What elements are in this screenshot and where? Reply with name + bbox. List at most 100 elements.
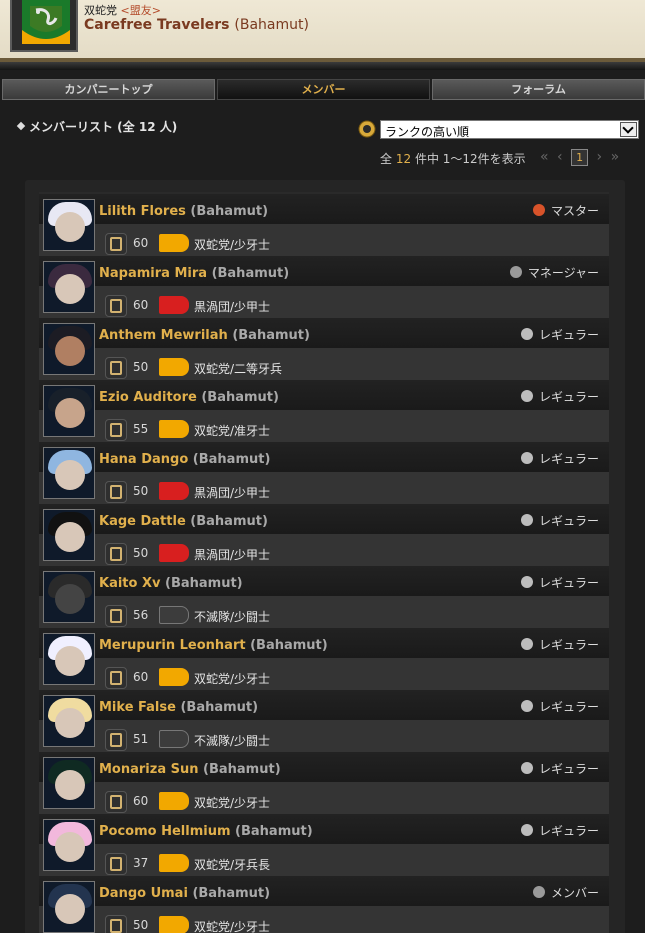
avatar[interactable] (43, 509, 95, 561)
pager-suffix: 件中 1〜12件を表示 (414, 152, 526, 166)
sort-order-select[interactable]: ランクの高い順 (380, 120, 639, 139)
diamond-icon (16, 121, 26, 131)
avatar[interactable] (43, 695, 95, 747)
member-world: (Bahamut) (165, 576, 243, 591)
grand-company-badge-icon (159, 606, 189, 624)
avatar[interactable] (43, 199, 95, 251)
member-world: (Bahamut) (201, 390, 279, 405)
member-level: 55 (133, 422, 149, 436)
member-name-line: Kaito Xv (Bahamut) (99, 576, 243, 591)
member-row[interactable]: Napamira Mira (Bahamut) マネージャー 60 黒渦団/少甲… (39, 256, 609, 318)
avatar[interactable] (43, 323, 95, 375)
member-rank-text: メンバー (550, 886, 599, 900)
member-level: 50 (133, 484, 149, 498)
member-rank-text: レギュラー (538, 452, 599, 466)
grand-company-badge-icon (159, 482, 189, 500)
member-name-line: Mike False (Bahamut) (99, 700, 258, 715)
member-level: 50 (133, 546, 149, 560)
member-rank: メンバー (532, 884, 599, 901)
member-row[interactable]: Monariza Sun (Bahamut) レギュラー 60 双蛇党/少牙士 (39, 752, 609, 814)
tab-members[interactable]: メンバー (217, 79, 430, 100)
member-name[interactable]: Mike False (99, 700, 176, 715)
avatar[interactable] (43, 385, 95, 437)
member-name[interactable]: Napamira Mira (99, 266, 207, 281)
member-name-line: Hana Dango (Bahamut) (99, 452, 270, 467)
regular-icon (520, 824, 533, 836)
member-level: 56 (133, 608, 149, 622)
grand-company-badge-icon (159, 544, 189, 562)
manager-icon (509, 266, 522, 278)
member-level: 50 (133, 918, 149, 932)
member-rank-text: マスター (550, 204, 599, 218)
avatar[interactable] (43, 447, 95, 499)
avatar[interactable] (43, 881, 95, 933)
pickaxe-icon (105, 295, 127, 317)
member-name[interactable]: Ezio Auditore (99, 390, 197, 405)
grand-company-badge-icon (159, 296, 189, 314)
armor-icon (105, 481, 127, 503)
regular-icon (520, 328, 533, 340)
member-row[interactable]: Anthem Mewrilah (Bahamut) レギュラー 50 双蛇党/二… (39, 318, 609, 380)
avatar[interactable] (43, 757, 95, 809)
pager-current-page[interactable]: 1 (571, 149, 589, 166)
avatar[interactable] (43, 819, 95, 871)
member-rank: レギュラー (520, 822, 599, 839)
member-row[interactable]: Ezio Auditore (Bahamut) レギュラー 55 双蛇党/准牙士 (39, 380, 609, 442)
pager-prev-icon[interactable]: ‹ (557, 149, 563, 165)
member-grand-company: 双蛇党/少牙士 (194, 920, 271, 933)
sort-gear-icon (358, 120, 376, 138)
regular-icon (520, 452, 533, 464)
member-name[interactable]: Anthem Mewrilah (99, 328, 228, 343)
pager-first-icon[interactable]: « (540, 149, 549, 165)
member-rank: マスター (532, 202, 599, 219)
armor-icon (105, 853, 127, 875)
member-rank: レギュラー (520, 512, 599, 529)
member-name[interactable]: Kaito Xv (99, 576, 160, 591)
armor-icon (105, 915, 127, 933)
member-grand-company: 双蛇党/少牙士 (194, 238, 271, 252)
master-icon (532, 204, 545, 216)
member-level: 60 (133, 794, 149, 808)
regular-icon (520, 390, 533, 402)
tab-forum[interactable]: フォーラム (432, 79, 645, 100)
chevron-down-icon[interactable] (620, 122, 637, 137)
member-world: (Bahamut) (232, 328, 310, 343)
member-rank-text: レギュラー (538, 390, 599, 404)
member-rank-text: マネージャー (527, 266, 599, 280)
member-row[interactable]: Merupurin Leonhart (Bahamut) レギュラー 60 双蛇… (39, 628, 609, 690)
pager-last-icon[interactable]: » (611, 149, 620, 165)
member-grand-company: 黒渦団/少甲士 (194, 548, 271, 562)
grand-company-badge-icon (159, 668, 189, 686)
member-name[interactable]: Hana Dango (99, 452, 188, 467)
free-company-name: Carefree Travelers (84, 17, 230, 33)
member-grand-company: 双蛇党/少牙士 (194, 796, 271, 810)
member-row[interactable]: Dango Umai (Bahamut) メンバー 50 双蛇党/少牙士 (39, 876, 609, 933)
member-level: 60 (133, 298, 149, 312)
member-name[interactable]: Lilith Flores (99, 204, 186, 219)
member-name[interactable]: Dango Umai (99, 886, 188, 901)
member-row[interactable]: Lilith Flores (Bahamut) マスター 60 双蛇党/少牙士 (39, 194, 609, 256)
avatar[interactable] (43, 633, 95, 685)
member-row[interactable]: Kaito Xv (Bahamut) レギュラー 56 不滅隊/少闘士 (39, 566, 609, 628)
member-row[interactable]: Pocomo Hellmium (Bahamut) レギュラー 37 双蛇党/牙… (39, 814, 609, 876)
member-world: (Bahamut) (211, 266, 290, 281)
sort-order-value: ランクの高い順 (385, 125, 470, 139)
member-world: (Bahamut) (192, 886, 271, 901)
tab-company-top[interactable]: カンパニートップ (2, 79, 215, 100)
member-rank: レギュラー (520, 636, 599, 653)
member-name[interactable]: Merupurin Leonhart (99, 638, 246, 653)
member-row[interactable]: Kage Dattle (Bahamut) レギュラー 50 黒渦団/少甲士 (39, 504, 609, 566)
avatar[interactable] (43, 571, 95, 623)
member-name[interactable]: Pocomo Hellmium (99, 824, 231, 839)
fc-crest-icon (10, 0, 78, 52)
header-divider (0, 62, 645, 70)
member-row[interactable]: Hana Dango (Bahamut) レギュラー 50 黒渦団/少甲士 (39, 442, 609, 504)
grand-company-badge-icon (159, 792, 189, 810)
member-name-line: Pocomo Hellmium (Bahamut) (99, 824, 313, 839)
member-name[interactable]: Monariza Sun (99, 762, 199, 777)
avatar[interactable] (43, 261, 95, 313)
pager-next-icon[interactable]: › (597, 149, 603, 165)
member-row[interactable]: Mike False (Bahamut) レギュラー 51 不滅隊/少闘士 (39, 690, 609, 752)
fc-header: 双蛇党 <盟友> Carefree Travelers (Bahamut) (0, 0, 645, 62)
member-name[interactable]: Kage Dattle (99, 514, 186, 529)
